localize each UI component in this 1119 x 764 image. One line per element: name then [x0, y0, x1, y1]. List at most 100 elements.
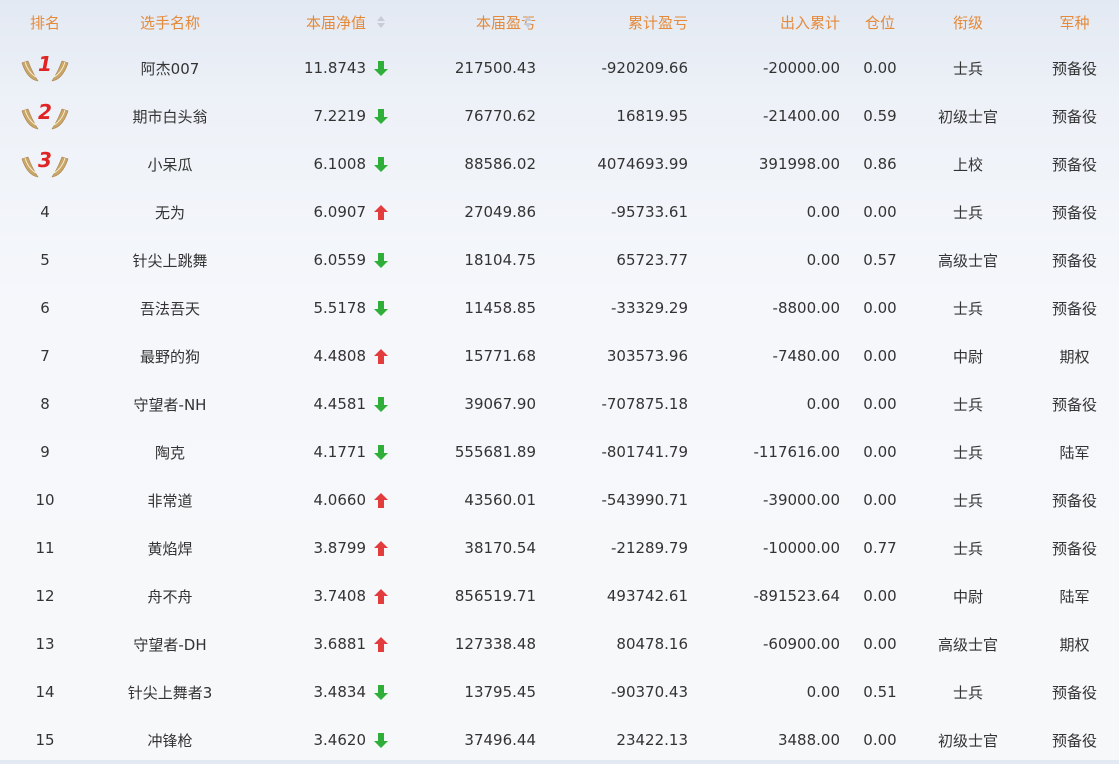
rank-number: 5: [40, 251, 50, 269]
arm-value: 预备役: [1051, 59, 1097, 78]
up-arrow-icon: [366, 188, 396, 236]
table-row[interactable]: 3 小呆瓜 6.1008 88586.02 4074693.99 391998.00 0.8…: [0, 140, 1119, 188]
player-name[interactable]: 舟不舟: [90, 572, 250, 620]
rank-number: 3: [38, 148, 52, 172]
up-arrow-icon: [366, 620, 396, 668]
inout-total: -21400.00: [763, 107, 840, 125]
inout-total: 0.00: [806, 395, 840, 413]
player-name[interactable]: 黄焰焊: [90, 524, 250, 572]
table-row[interactable]: 10 非常道 4.0660 43560.01 -543990.71 -39000.00 0.…: [0, 476, 1119, 524]
up-arrow-icon: [366, 524, 396, 572]
table-row[interactable]: 2 期市白头翁 7.2219 76770.62 16819.95 -21400.00 0.5…: [0, 92, 1119, 140]
cumulative-pnl: -33329.29: [611, 299, 688, 317]
arm-value: 预备役: [1051, 683, 1097, 702]
player-name[interactable]: 阿杰007: [90, 44, 250, 92]
pnl-value: 856519.71: [454, 587, 536, 605]
down-arrow-icon: [366, 140, 396, 188]
rank-medal-icon: 3: [0, 140, 90, 188]
player-name[interactable]: 针尖上舞者3: [90, 668, 250, 716]
inout-total: -10000.00: [763, 539, 840, 557]
pnl-value: 15771.68: [464, 347, 536, 365]
table-row[interactable]: 8 守望者-NH 4.4581 39067.90 -707875.18 0.00 0.00 士…: [0, 380, 1119, 428]
player-name[interactable]: 吾法吾天: [90, 284, 250, 332]
cumulative-pnl: 493742.61: [606, 587, 688, 605]
table-row[interactable]: 6 吾法吾天 5.5178 11458.85 -33329.29 -8800.00 0.00…: [0, 284, 1119, 332]
inout-total: 0.00: [806, 203, 840, 221]
table-row[interactable]: 9 陶克 4.1771 555681.89 -801741.79 -117616.00 0.…: [0, 428, 1119, 476]
down-arrow-icon: [366, 44, 396, 92]
table-row[interactable]: 12 舟不舟 3.7408 856519.71 493742.61 -891523.64 0…: [0, 572, 1119, 620]
arm-value: 预备役: [1051, 251, 1097, 270]
position-value: 0.86: [863, 155, 897, 173]
col-header-inout[interactable]: 出入累计: [688, 0, 840, 44]
cumulative-pnl: 80478.16: [616, 635, 688, 653]
nav-value: 11.8743: [303, 59, 366, 77]
arm-value: 预备役: [1051, 491, 1097, 510]
player-name[interactable]: 小呆瓜: [90, 140, 250, 188]
table-row[interactable]: 7 最野的狗 4.4808 15771.68 303573.96 -7480.00 0.00…: [0, 332, 1119, 380]
col-header-name[interactable]: 选手名称: [90, 0, 250, 44]
table-row[interactable]: 13 守望者-DH 3.6881 127338.48 80478.16 -60900.00…: [0, 620, 1119, 668]
player-name[interactable]: 无为: [90, 188, 250, 236]
player-name[interactable]: 冲锋枪: [90, 716, 250, 764]
nav-value: 3.8799: [313, 539, 367, 557]
position-value: 0.51: [863, 683, 897, 701]
col-header-nav[interactable]: 本届净值: [250, 0, 366, 44]
player-name[interactable]: 针尖上跳舞: [90, 236, 250, 284]
table-row[interactable]: 14 针尖上舞者3 3.4834 13795.45 -90370.43 0.00 0.51 士…: [0, 668, 1119, 716]
nav-value: 3.6881: [313, 635, 367, 653]
down-arrow-icon: [366, 92, 396, 140]
grade-value: 初级士官: [937, 107, 998, 126]
table-row[interactable]: 15 冲锋枪 3.4620 37496.44 23422.13 3488.00 0.00 初级…: [0, 716, 1119, 764]
inout-total: -60900.00: [763, 635, 840, 653]
arm-value: 预备役: [1051, 731, 1097, 750]
rank-medal-icon: 1: [0, 44, 90, 92]
sort-nav-icon[interactable]: [366, 0, 396, 44]
nav-value: 4.0660: [313, 491, 367, 509]
col-header-arm[interactable]: 军种: [1030, 0, 1119, 44]
arm-value: 预备役: [1051, 299, 1097, 318]
table-row[interactable]: 5 针尖上跳舞 6.0559 18104.75 65723.77 0.00 0.57 高级士官…: [0, 236, 1119, 284]
col-header-grade[interactable]: 衔级: [920, 0, 1016, 44]
col-header-rank[interactable]: 排名: [0, 0, 90, 44]
col-header-cumulative[interactable]: 累计盈亏: [540, 0, 688, 44]
grade-value: 士兵: [952, 491, 983, 510]
arm-value: 陆军: [1059, 443, 1090, 462]
player-name[interactable]: 陶克: [90, 428, 250, 476]
grade-value: 士兵: [952, 59, 983, 78]
inout-total: -891523.64: [753, 587, 840, 605]
player-name[interactable]: 期市白头翁: [90, 92, 250, 140]
rank-number: 11: [35, 539, 55, 557]
inout-total: -8800.00: [772, 299, 840, 317]
inout-total: 391998.00: [758, 155, 840, 173]
player-name[interactable]: 守望者-NH: [90, 380, 250, 428]
grade-value: 上校: [952, 155, 983, 174]
cumulative-pnl: -707875.18: [601, 395, 688, 413]
nav-value: 7.2219: [313, 107, 367, 125]
nav-value: 3.4834: [313, 683, 367, 701]
cumulative-pnl: -543990.71: [601, 491, 688, 509]
down-arrow-icon: [366, 284, 396, 332]
arm-value: 陆军: [1059, 587, 1090, 606]
pnl-value: 88586.02: [464, 155, 536, 173]
table-row[interactable]: 4 无为 6.0907 27049.86 -95733.61 0.00 0.00 士兵 预备役: [0, 188, 1119, 236]
grade-value: 士兵: [952, 299, 983, 318]
col-header-position[interactable]: 仓位: [840, 0, 920, 44]
sort-pnl-icon[interactable]: [516, 0, 540, 44]
up-arrow-icon: [366, 572, 396, 620]
table-row[interactable]: 1 阿杰007 11.8743 217500.43 -920209.66 -20000.0…: [0, 44, 1119, 92]
cumulative-pnl: -90370.43: [611, 683, 688, 701]
pnl-value: 18104.75: [464, 251, 536, 269]
player-name[interactable]: 守望者-DH: [90, 620, 250, 668]
table-row[interactable]: 11 黄焰焊 3.8799 38170.54 -21289.79 -10000.00 0.7…: [0, 524, 1119, 572]
pnl-value: 555681.89: [454, 443, 536, 461]
cumulative-pnl: -801741.79: [601, 443, 688, 461]
inout-total: 0.00: [806, 683, 840, 701]
rank-number: 14: [35, 683, 55, 701]
player-name[interactable]: 非常道: [90, 476, 250, 524]
col-header-pnl[interactable]: 本届盈亏: [396, 0, 536, 44]
player-name[interactable]: 最野的狗: [90, 332, 250, 380]
up-arrow-icon: [366, 332, 396, 380]
nav-value: 4.4581: [313, 395, 367, 413]
grade-value: 中尉: [952, 587, 983, 606]
